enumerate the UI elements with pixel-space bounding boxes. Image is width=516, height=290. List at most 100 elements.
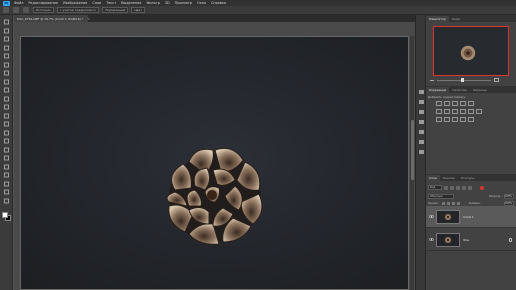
menu-edit[interactable]: Редактирование (28, 1, 58, 5)
color-swatches[interactable] (2, 212, 11, 221)
menu-help[interactable]: Справка (211, 1, 226, 5)
app-logo[interactable]: Ps (3, 0, 10, 6)
type-filter-icon[interactable] (456, 185, 460, 190)
selective-color-icon[interactable] (468, 117, 474, 122)
history-panel-icon[interactable] (418, 89, 425, 95)
curves-icon[interactable] (452, 101, 458, 106)
smart-filter-icon[interactable] (468, 185, 472, 190)
tab-channels[interactable]: Каналы (440, 175, 458, 181)
swatches-panel-icon[interactable] (418, 149, 425, 155)
color-option[interactable]: Цвет (131, 7, 146, 13)
content-aware-option[interactable]: с учетом содержимого (56, 7, 100, 13)
eraser-tool-icon[interactable] (3, 113, 10, 119)
layer-row-layer1[interactable]: Слой 1 (426, 206, 516, 228)
shape-filter-icon[interactable] (462, 185, 466, 190)
posterize-icon[interactable] (444, 117, 450, 122)
tab-info[interactable]: Инфо (449, 16, 464, 22)
levels-icon[interactable] (444, 101, 450, 106)
zoom-tool-icon[interactable] (3, 189, 10, 195)
threshold-icon[interactable] (452, 117, 458, 122)
healing-brush-tool-icon[interactable] (3, 79, 10, 85)
tool-preset-icon[interactable] (13, 7, 19, 13)
character-panel-icon[interactable] (418, 119, 425, 125)
lock-pixels-icon[interactable] (442, 201, 446, 205)
blur-tool-icon[interactable] (3, 130, 10, 136)
menu-window[interactable]: Окно (197, 1, 206, 5)
menu-type[interactable]: Текст (106, 1, 116, 5)
source-option[interactable]: Источник (33, 7, 54, 13)
frame-tool-icon[interactable] (3, 62, 10, 68)
brush-tool-icon[interactable] (3, 87, 10, 93)
fill-input[interactable]: 100% (504, 200, 514, 206)
tab-adjustments[interactable]: Коррекция (426, 87, 450, 93)
invert-icon[interactable] (436, 117, 442, 122)
visibility-eye-icon[interactable] (426, 215, 436, 218)
layer-name[interactable]: Фон (463, 238, 469, 242)
lock-all-icon[interactable] (457, 201, 461, 205)
menu-image[interactable]: Изображение (63, 1, 87, 5)
blend-mode-select[interactable]: Обычные (428, 194, 454, 199)
foreground-color-swatch[interactable] (2, 212, 8, 218)
pixel-filter-icon[interactable] (444, 185, 448, 190)
adjustment-filter-icon[interactable] (450, 185, 454, 190)
menu-filter[interactable]: Фильтр (146, 1, 159, 5)
zoom-out-icon[interactable] (430, 79, 434, 81)
layer-row-background[interactable]: Фон (426, 229, 516, 251)
menu-file[interactable]: Файл (14, 1, 23, 5)
type-tool-icon[interactable] (3, 155, 10, 161)
color-lookup-icon[interactable] (476, 109, 482, 114)
close-tab-icon[interactable]: × (87, 17, 90, 21)
tab-layers[interactable]: Слои (426, 175, 440, 181)
channel-mixer-icon[interactable] (468, 109, 474, 114)
mode-select[interactable]: Нормальный (102, 7, 129, 13)
brush-settings-icon[interactable] (418, 109, 425, 115)
color-balance-icon[interactable] (444, 109, 450, 114)
gradient-tool-icon[interactable] (3, 121, 10, 127)
dodge-tool-icon[interactable] (3, 138, 10, 144)
tab-properties[interactable]: Свойства (449, 87, 470, 93)
menu-layers[interactable]: Слои (92, 1, 101, 5)
path-select-tool-icon[interactable] (3, 164, 10, 170)
zoom-in-icon[interactable] (494, 78, 499, 82)
zoom-slider-knob[interactable] (461, 78, 464, 82)
layer-name[interactable]: Слой 1 (463, 215, 474, 219)
zoom-slider[interactable] (437, 78, 491, 82)
black-white-icon[interactable] (452, 109, 458, 114)
active-tool-icon[interactable] (3, 7, 9, 13)
marquee-tool-icon[interactable] (3, 28, 10, 34)
brush-size-icon[interactable] (23, 7, 29, 13)
menu-view[interactable]: Просмотр (175, 1, 192, 5)
lock-paint-icon[interactable] (447, 201, 451, 205)
menu-select[interactable]: Выделение (121, 1, 141, 5)
eyedropper-tool-icon[interactable] (3, 70, 10, 76)
pen-tool-icon[interactable] (3, 147, 10, 153)
brightness-contrast-icon[interactable] (436, 101, 442, 106)
lock-position-icon[interactable] (452, 201, 456, 205)
properties-panel-icon[interactable] (418, 99, 425, 105)
hand-tool-icon[interactable] (3, 181, 10, 187)
quick-select-tool-icon[interactable] (3, 45, 10, 51)
tab-swatches[interactable]: Образцы (470, 87, 490, 93)
exposure-icon[interactable] (460, 101, 466, 106)
tab-navigator[interactable]: Навигатор (426, 16, 449, 22)
paragraph-panel-icon[interactable] (418, 129, 425, 135)
layer-kind-select[interactable]: Вид (428, 185, 442, 190)
visibility-eye-icon[interactable] (426, 238, 436, 241)
edit-toolbar-icon[interactable] (3, 198, 10, 204)
menu-3d[interactable]: 3D (165, 1, 170, 5)
vibrance-icon[interactable] (468, 101, 474, 106)
lasso-tool-icon[interactable] (3, 36, 10, 42)
history-brush-tool-icon[interactable] (3, 104, 10, 110)
hue-saturation-icon[interactable] (436, 109, 442, 114)
clone-stamp-tool-icon[interactable] (3, 96, 10, 102)
document-tab[interactable]: DSC_0744.NEF @ 16,7% (Слой 1, RGB/16) * … (14, 15, 90, 22)
opacity-input[interactable]: 100% (504, 194, 514, 199)
glyphs-panel-icon[interactable] (418, 139, 425, 145)
move-tool-icon[interactable] (3, 19, 10, 25)
rectangle-tool-icon[interactable] (3, 172, 10, 178)
photo-filter-icon[interactable] (460, 109, 466, 114)
filter-toggle[interactable] (480, 185, 484, 190)
tab-paths[interactable]: Контуры (458, 175, 478, 181)
crop-tool-icon[interactable] (3, 53, 10, 59)
canvas-scroll-thumb[interactable] (410, 120, 414, 180)
